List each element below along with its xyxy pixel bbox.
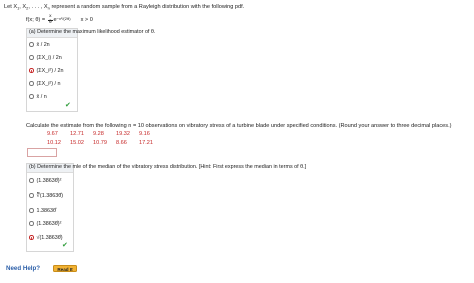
observations-row-1: 9.67 12.71 9.28 19.32 9.16 <box>47 131 162 137</box>
data-prompt: Calculate the estimate from the followin… <box>26 123 452 129</box>
part-a-option-3[interactable]: (ΣX_i²) / 2n <box>29 66 64 75</box>
option-label: x̄ / 2n <box>36 41 50 48</box>
option-label: ∛(1.3863θ̂) <box>36 192 64 199</box>
part-a-title: (a) Determine the maximum likelihood est… <box>29 29 156 35</box>
option-label: (ΣX_i²) / n <box>36 80 61 87</box>
radio-button[interactable] <box>29 55 34 60</box>
radio-button-selected[interactable] <box>29 235 34 240</box>
radio-button[interactable] <box>29 178 34 183</box>
part-a-box: x̄ / 2n (ΣX_i) / 2n (ΣX_i²) / 2n (ΣX_i²)… <box>26 28 78 112</box>
part-b-option-3[interactable]: 1.3863θ̂ <box>29 206 56 215</box>
observation-value: 9.28 <box>93 131 104 137</box>
part-b-option-4[interactable]: (1.3863θ̂)² <box>29 219 61 228</box>
exponent: −x²/(2θ) <box>56 15 71 21</box>
intro-text: represent a random sample from a Rayleig… <box>49 4 245 10</box>
observation-value: 10.12 <box>47 140 61 146</box>
observations-row-2: 10.12 15.02 10.79 8.66 17.21 <box>47 140 162 146</box>
observation-value: 10.79 <box>93 140 107 146</box>
need-help-label: Need Help? <box>6 265 41 272</box>
correct-check-icon: ✔ <box>62 241 68 249</box>
read-it-button[interactable]: Read It <box>53 265 77 272</box>
radio-button[interactable] <box>29 221 34 226</box>
part-b-title: (b) Determine the mle of the median of t… <box>29 164 307 170</box>
pdf-lhs: f(x; θ) = <box>26 16 46 23</box>
radio-button[interactable] <box>29 94 34 99</box>
part-a-option-2[interactable]: (ΣX_i) / 2n <box>29 53 62 62</box>
radio-button[interactable] <box>29 193 34 198</box>
option-label: 1.3863θ̂ <box>36 207 57 214</box>
fraction-denominator: θ <box>48 19 52 25</box>
part-b-box: (1.3863θ̂)² ∛(1.3863θ̂) 1.3863θ̂ (1.3863… <box>26 163 74 252</box>
intro-text: , . . . , X <box>28 4 48 10</box>
part-b-option-5[interactable]: √(1.3863θ̂) <box>29 233 63 242</box>
option-label: (ΣX_i²) / 2n <box>36 67 64 74</box>
radio-button-selected[interactable] <box>29 68 34 73</box>
radio-button[interactable] <box>29 81 34 86</box>
radio-button[interactable] <box>29 42 34 47</box>
observation-value: 17.21 <box>139 140 153 146</box>
estimate-answer-input[interactable] <box>27 148 57 157</box>
option-label: (1.3863θ̂)² <box>36 220 62 227</box>
observation-value: 19.32 <box>116 131 130 137</box>
part-a-option-5[interactable]: x̄ / n <box>29 92 47 101</box>
problem-intro: Let X1, X2, . . . , Xn represent a rando… <box>4 4 244 12</box>
intro-text: Let X <box>4 4 18 10</box>
option-label: √(1.3863θ̂) <box>36 234 63 241</box>
part-b-option-1[interactable]: (1.3863θ̂)² <box>29 176 61 185</box>
observation-value: 9.16 <box>139 131 150 137</box>
pdf-fraction: x θ <box>48 14 53 26</box>
option-label: (ΣX_i) / 2n <box>36 54 62 61</box>
part-b-option-2[interactable]: ∛(1.3863θ̂) <box>29 191 63 200</box>
option-label: x̄ / n <box>36 93 47 100</box>
observation-value: 8.66 <box>116 140 127 146</box>
part-a-option-4[interactable]: (ΣX_i²) / n <box>29 79 61 88</box>
option-label: (1.3863θ̂)² <box>36 177 62 184</box>
radio-button[interactable] <box>29 208 34 213</box>
correct-check-icon: ✔ <box>65 101 71 109</box>
part-a-option-1[interactable]: x̄ / 2n <box>29 40 50 49</box>
observation-value: 9.67 <box>47 131 58 137</box>
pdf-formula: f(x; θ) = x θ e −x²/(2θ) x > 0 <box>26 14 93 26</box>
observation-value: 12.71 <box>70 131 84 137</box>
observation-value: 15.02 <box>70 140 84 146</box>
pdf-condition: x > 0 <box>80 16 93 23</box>
